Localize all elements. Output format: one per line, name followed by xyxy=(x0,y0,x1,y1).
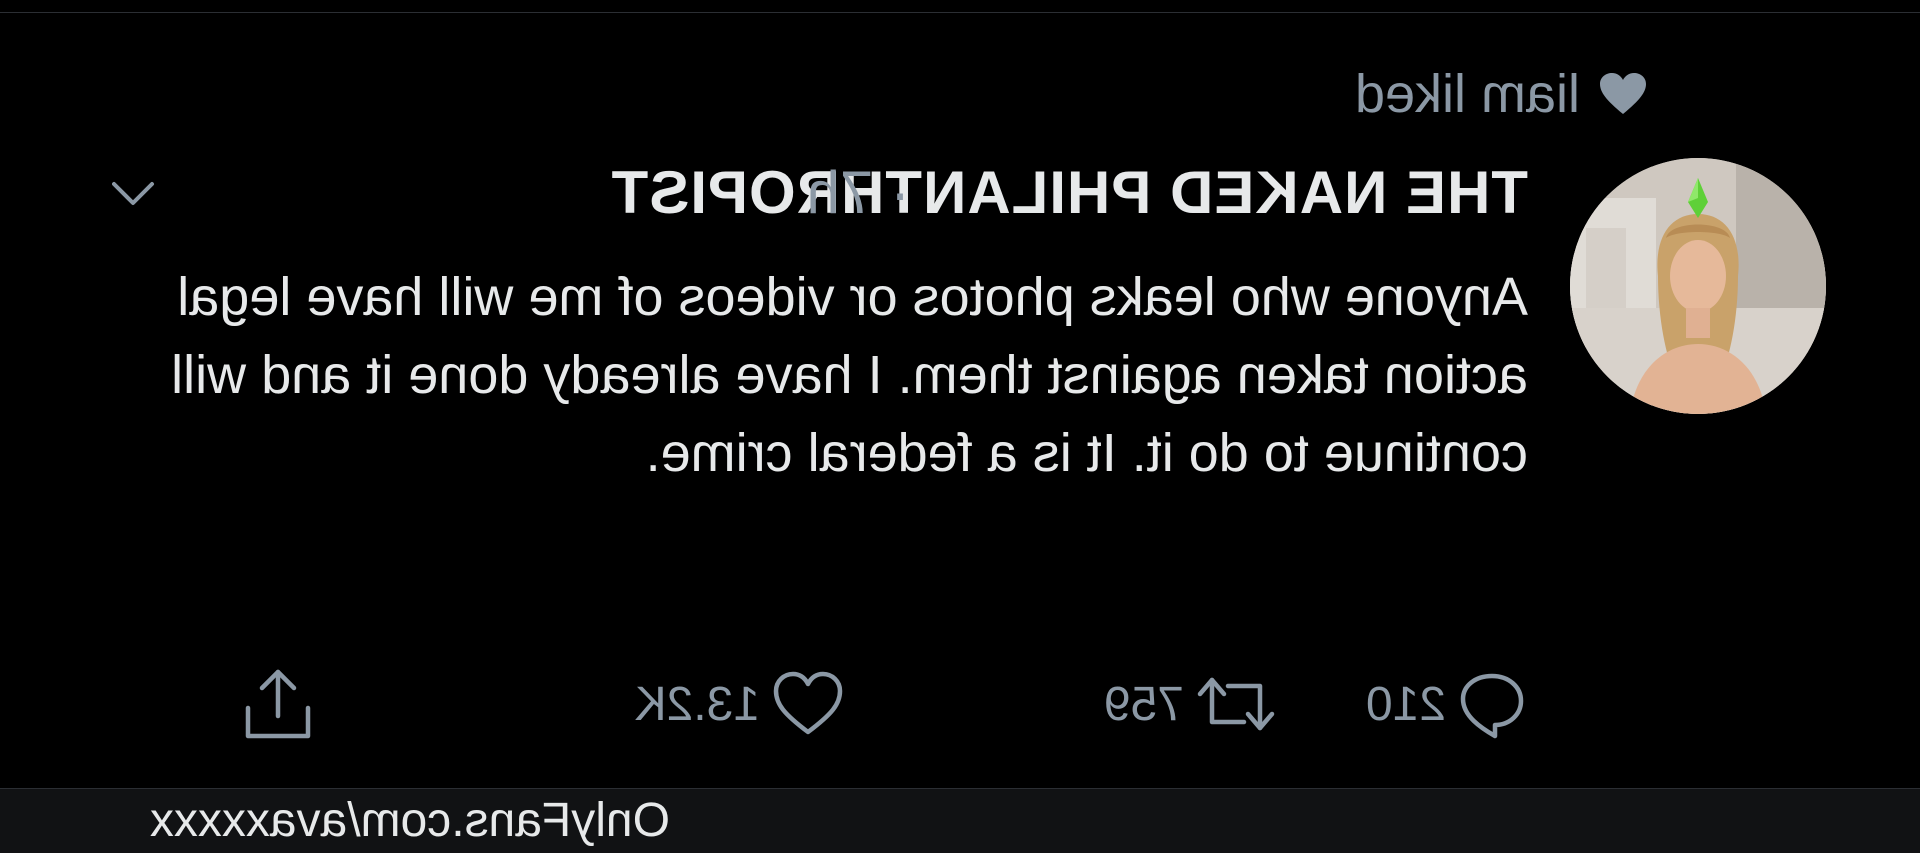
chevron-down-icon[interactable] xyxy=(108,168,158,218)
retweet-icon xyxy=(1197,677,1275,731)
share-icon xyxy=(245,669,311,739)
tweet-timestamp[interactable]: · 7h xyxy=(807,158,910,228)
tweet-header: THE NAKED PHILANTHROPIST · 7h xyxy=(58,158,1528,228)
like-count: 13.2K xyxy=(634,677,760,731)
share-button[interactable] xyxy=(230,664,316,744)
avatar[interactable] xyxy=(1570,158,1826,414)
like-button[interactable]: 13.2K xyxy=(635,664,846,744)
heart-outline-icon xyxy=(773,671,843,735)
retweet-count: 759 xyxy=(1103,677,1184,731)
social-context: liam liked xyxy=(1355,64,1648,124)
avatar-image xyxy=(1570,158,1826,414)
comment-icon xyxy=(1460,673,1524,739)
tweet-card[interactable]: liam liked THE NAKED PHILANTHROPIST · 7h xyxy=(0,0,1920,790)
reply-button[interactable]: 210 xyxy=(1366,664,1528,744)
tweet-actions: 210 759 13.2K xyxy=(188,664,1528,744)
heart-icon xyxy=(1600,73,1646,114)
tweet-body: Anyone who leaks photos or videos of me … xyxy=(171,267,1528,483)
reply-count: 210 xyxy=(1365,677,1446,731)
screenshot-frame: liam liked THE NAKED PHILANTHROPIST · 7h xyxy=(0,0,1920,853)
author-display-name[interactable]: THE NAKED PHILANTHROPIST xyxy=(611,158,1528,228)
watermark-bar: OnlyFans.com/avaxxxxx xyxy=(0,788,1920,853)
liked-by-label[interactable]: liam liked xyxy=(1355,64,1580,124)
watermark-text: OnlyFans.com/avaxxxxx xyxy=(149,794,670,847)
retweet-button[interactable]: 759 xyxy=(1104,664,1278,744)
